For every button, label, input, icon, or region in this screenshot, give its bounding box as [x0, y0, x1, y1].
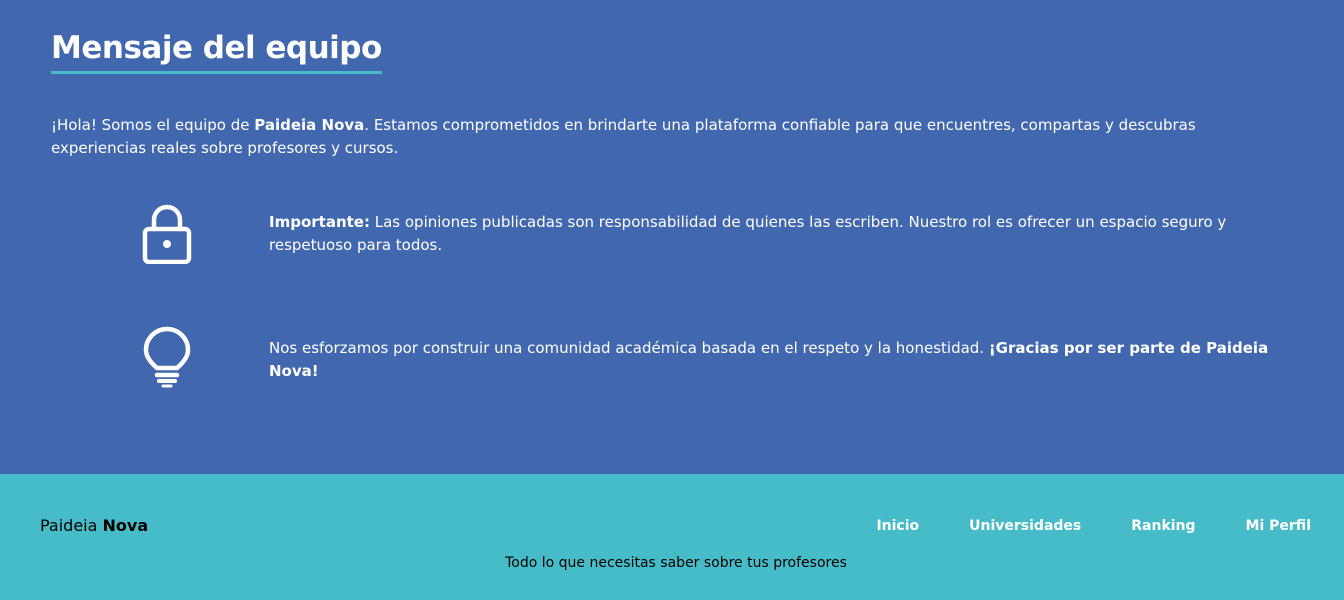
lock-icon — [140, 200, 194, 265]
lightbulb-icon — [140, 326, 194, 390]
note-community-body: Nos esforzamos por construir una comunid… — [269, 339, 989, 357]
intro-brand: Paideia Nova — [254, 116, 365, 134]
note-important-lead: Importante: — [269, 213, 370, 231]
section-title: Mensaje del equipo — [51, 28, 382, 74]
footer-tagline: Todo lo que necesitas saber sobre tus pr… — [505, 555, 847, 571]
footer-nav: Inicio Universidades Ranking Mi Perfil — [826, 516, 1311, 536]
footer-brand-logo[interactable]: Paideia Nova — [40, 515, 148, 537]
note-important-text: Importante: Las opiniones publicadas son… — [269, 211, 1279, 257]
team-message-section: Mensaje del equipo ¡Hola! Somos el equip… — [0, 0, 1344, 474]
nav-link-universidades[interactable]: Universidades — [969, 516, 1081, 536]
nav-link-mi-perfil[interactable]: Mi Perfil — [1246, 516, 1311, 536]
intro-prefix: ¡Hola! Somos el equipo de — [51, 116, 255, 134]
brand-bold: Nova — [102, 516, 149, 535]
site-footer — [0, 474, 1344, 600]
nav-link-ranking[interactable]: Ranking — [1131, 516, 1195, 536]
note-important-body: Las opiniones publicadas son responsabil… — [269, 213, 1227, 254]
note-community-text: Nos esforzamos por construir una comunid… — [269, 337, 1279, 383]
brand-light: Paideia — [40, 516, 103, 535]
intro-paragraph: ¡Hola! Somos el equipo de Paideia Nova. … — [51, 114, 1281, 160]
nav-link-inicio[interactable]: Inicio — [876, 516, 919, 536]
